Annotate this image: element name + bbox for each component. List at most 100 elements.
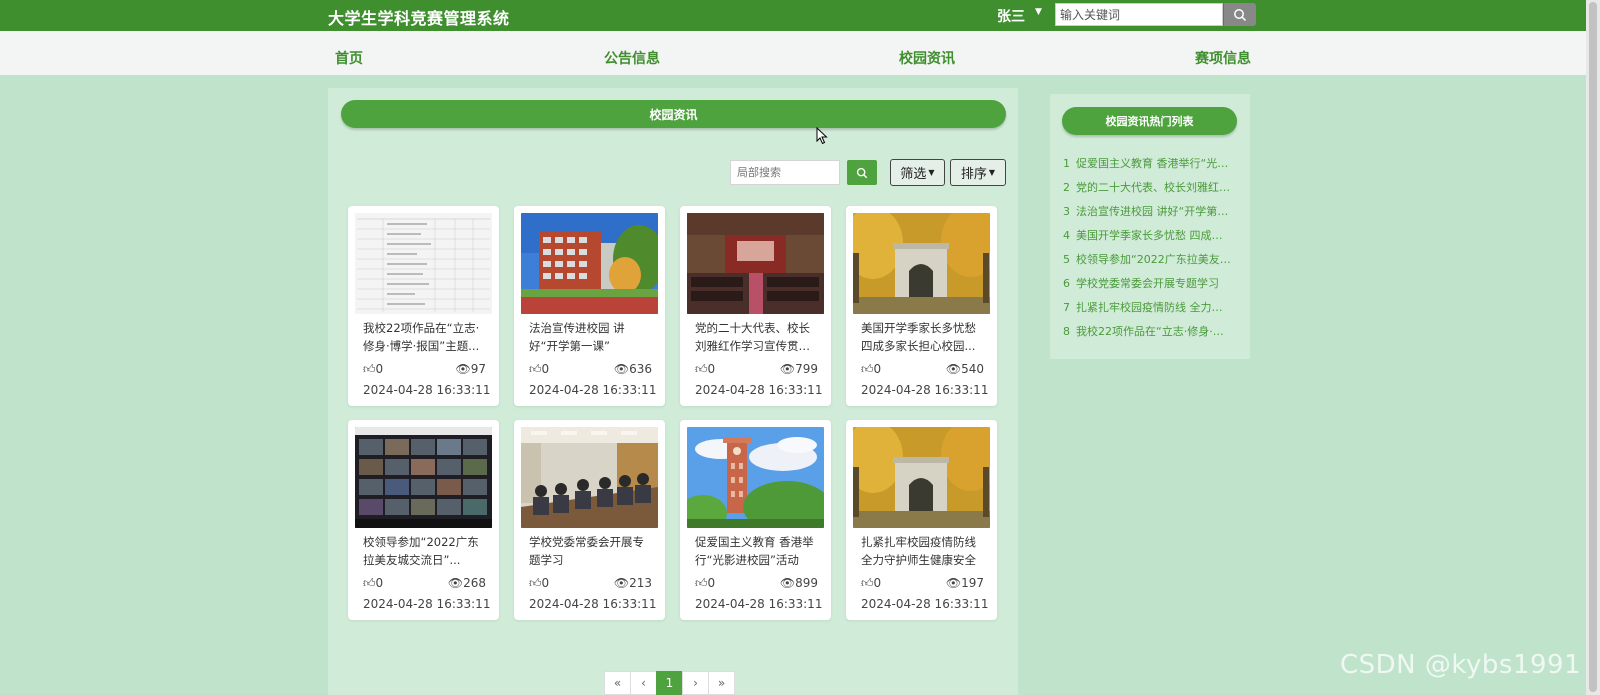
card-date: 2024-04-28 16:33:11	[695, 597, 823, 611]
eye-icon: 👁︎	[945, 576, 962, 590]
news-card[interactable]: 促爱国主义教育 香港举行“光影进校园”活动 👍︎0 👁︎899 2024-04-…	[680, 420, 831, 620]
local-search-input[interactable]	[730, 160, 840, 185]
eye-icon: 👁︎	[447, 576, 464, 590]
nav-item-home[interactable]: 首页	[335, 48, 363, 68]
thumbs-up-icon: 👍︎	[529, 362, 542, 376]
local-search-button[interactable]	[847, 160, 877, 185]
caret-down-icon: ▼	[988, 168, 996, 177]
nav-bar	[0, 31, 1586, 75]
thumbs-up-icon: 👍︎	[363, 362, 376, 376]
sort-label: 排序	[960, 167, 987, 182]
card-date: 2024-04-28 16:33:11	[363, 597, 491, 611]
eye-icon: 👁︎	[779, 576, 796, 590]
card-date: 2024-04-28 16:33:11	[861, 383, 989, 397]
global-search-button[interactable]	[1224, 3, 1256, 26]
card-views: 👁︎899	[779, 576, 818, 590]
hot-list-item[interactable]: 7扎紧扎牢校园疫情防线 全力守护师生健康安全	[1063, 299, 1233, 315]
card-date: 2024-04-28 16:33:11	[695, 383, 823, 397]
page-current-button[interactable]: 1	[656, 671, 683, 695]
card-date: 2024-04-28 16:33:11	[529, 383, 657, 397]
card-title[interactable]: 校领导参加“2022广东拉美友城交流日”...	[363, 533, 487, 569]
document-table-image[interactable]	[355, 213, 492, 314]
card-title[interactable]: 党的二十大代表、校长刘雅红作学习宣传贯彻...	[695, 319, 819, 355]
site-title[interactable]: 大学生学科竞赛管理系统	[328, 5, 510, 29]
eye-icon: 👁︎	[613, 576, 630, 590]
news-card[interactable]: 学校党委常委会开展专题学习 👍︎0 👁︎213 2024-04-28 16:33…	[514, 420, 665, 620]
global-search-input[interactable]	[1055, 3, 1223, 26]
card-title[interactable]: 学校党委常委会开展专题学习	[529, 533, 653, 569]
hot-list-title: 校园资讯热门列表	[1062, 107, 1237, 135]
page-prev-button[interactable]: ‹	[630, 671, 657, 695]
mouse-cursor-icon	[816, 127, 828, 145]
sort-dropdown[interactable]: 排序 ▼	[950, 159, 1006, 186]
card-views: 👁︎636	[613, 362, 652, 376]
campus-gate-autumn-image[interactable]	[853, 213, 990, 314]
scrollbar-thumb[interactable]	[1589, 2, 1597, 692]
page-last-button[interactable]: »	[708, 671, 735, 695]
thumbs-up-icon: 👍︎	[363, 576, 376, 590]
eye-icon: 👁︎	[455, 362, 471, 376]
card-views: 👁︎799	[779, 362, 818, 376]
card-likes: 👍︎0	[529, 362, 550, 376]
eye-icon: 👁︎	[779, 362, 796, 376]
card-date: 2024-04-28 16:33:11	[529, 597, 657, 611]
card-date: 2024-04-28 16:33:11	[363, 383, 491, 397]
card-title[interactable]: 促爱国主义教育 香港举行“光影进校园”活动	[695, 533, 819, 569]
nav-item-notices[interactable]: 公告信息	[604, 48, 660, 68]
card-title[interactable]: 我校22项作品在“立志·修身·博学·报国”主题...	[363, 319, 487, 355]
user-menu[interactable]: 张三	[997, 6, 1025, 26]
search-icon	[856, 167, 868, 178]
campus-gate-autumn-image[interactable]	[853, 427, 990, 528]
thumbs-up-icon: 👍︎	[695, 362, 708, 376]
news-card[interactable]: 校领导参加“2022广东拉美友城交流日”... 👍︎0 👁︎268 2024-0…	[348, 420, 499, 620]
hot-list-item[interactable]: 8我校22项作品在“立志·修身·博学·报国”主题	[1063, 323, 1233, 339]
hot-list-item[interactable]: 1促爱国主义教育 香港举行“光影进校园”活动	[1063, 155, 1233, 171]
card-likes: 👍︎0	[529, 576, 550, 590]
news-card[interactable]: 法治宣传进校园 讲好“开学第一课” 👍︎0 👁︎636 2024-04-28 1…	[514, 206, 665, 406]
thumbs-up-icon: 👍︎	[695, 576, 708, 590]
page-next-button[interactable]: ›	[682, 671, 709, 695]
card-title[interactable]: 法治宣传进校园 讲好“开学第一课”	[529, 319, 653, 355]
nav-item-competitions[interactable]: 赛项信息	[1195, 48, 1251, 68]
hot-list-item[interactable]: 3 法治宣传进校园 讲好“开学第一课”	[1063, 203, 1233, 219]
card-likes: 👍︎0	[695, 576, 716, 590]
caret-down-icon: ▼	[928, 168, 935, 177]
news-card[interactable]: 美国开学季家长多忧愁 四成多家长担心校园... 👍︎0 👁︎540 2024-0…	[846, 206, 997, 406]
watermark: CSDN @kybs1991	[1340, 650, 1582, 680]
card-views: 👁︎97	[455, 362, 486, 376]
pagination: « ‹ 1 › »	[604, 671, 735, 695]
thumbs-up-icon: 👍︎	[529, 576, 542, 590]
eye-icon: 👁︎	[613, 362, 630, 376]
hot-list-item[interactable]: 5校领导参加“2022广东拉美友城交流日”	[1063, 251, 1233, 267]
filter-dropdown[interactable]: 筛选 ▼	[890, 159, 945, 186]
hot-list-item[interactable]: 4美国开学季家长多忧愁 四成多家长担心校园安全	[1063, 227, 1233, 243]
filter-label: 筛选	[900, 167, 927, 182]
card-date: 2024-04-28 16:33:11	[861, 597, 989, 611]
card-likes: 👍︎0	[363, 362, 384, 376]
card-title[interactable]: 美国开学季家长多忧愁 四成多家长担心校园...	[861, 319, 985, 355]
caret-down-icon[interactable]: ▼	[1035, 7, 1042, 17]
page-first-button[interactable]: «	[604, 671, 631, 695]
thumbs-up-icon: 👍︎	[861, 362, 874, 376]
thumbs-up-icon: 👍︎	[861, 576, 874, 590]
card-title[interactable]: 扎紧扎牢校园疫情防线 全力守护师生健康安全	[861, 533, 985, 569]
card-views: 👁︎268	[447, 576, 486, 590]
auditorium-image[interactable]	[687, 213, 824, 314]
section-title: 校园资讯	[341, 100, 1006, 128]
campus-building-image[interactable]	[521, 213, 658, 314]
video-conference-image[interactable]	[355, 427, 492, 528]
nav-item-campus-news[interactable]: 校园资讯	[899, 48, 955, 68]
card-likes: 👍︎0	[363, 576, 384, 590]
news-card[interactable]: 扎紧扎牢校园疫情防线 全力守护师生健康安全 👍︎0 👁︎197 2024-04-…	[846, 420, 997, 620]
campus-tower-image[interactable]	[687, 427, 824, 528]
news-card[interactable]: 党的二十大代表、校长刘雅红作学习宣传贯彻... 👍︎0 👁︎799 2024-0…	[680, 206, 831, 406]
hot-list-item[interactable]: 6 学校党委常委会开展专题学习	[1063, 275, 1233, 291]
hot-list-item[interactable]: 2党的二十大代表、校长刘雅红作学习宣传贯彻	[1063, 179, 1233, 195]
card-views: 👁︎540	[945, 362, 984, 376]
card-views: 👁︎197	[945, 576, 984, 590]
news-card[interactable]: 我校22项作品在“立志·修身·博学·报国”主题... 👍︎0 👁︎97 2024…	[348, 206, 499, 406]
card-views: 👁︎213	[613, 576, 652, 590]
card-likes: 👍︎0	[861, 362, 882, 376]
meeting-room-image[interactable]	[521, 427, 658, 528]
top-bar	[0, 0, 1586, 31]
